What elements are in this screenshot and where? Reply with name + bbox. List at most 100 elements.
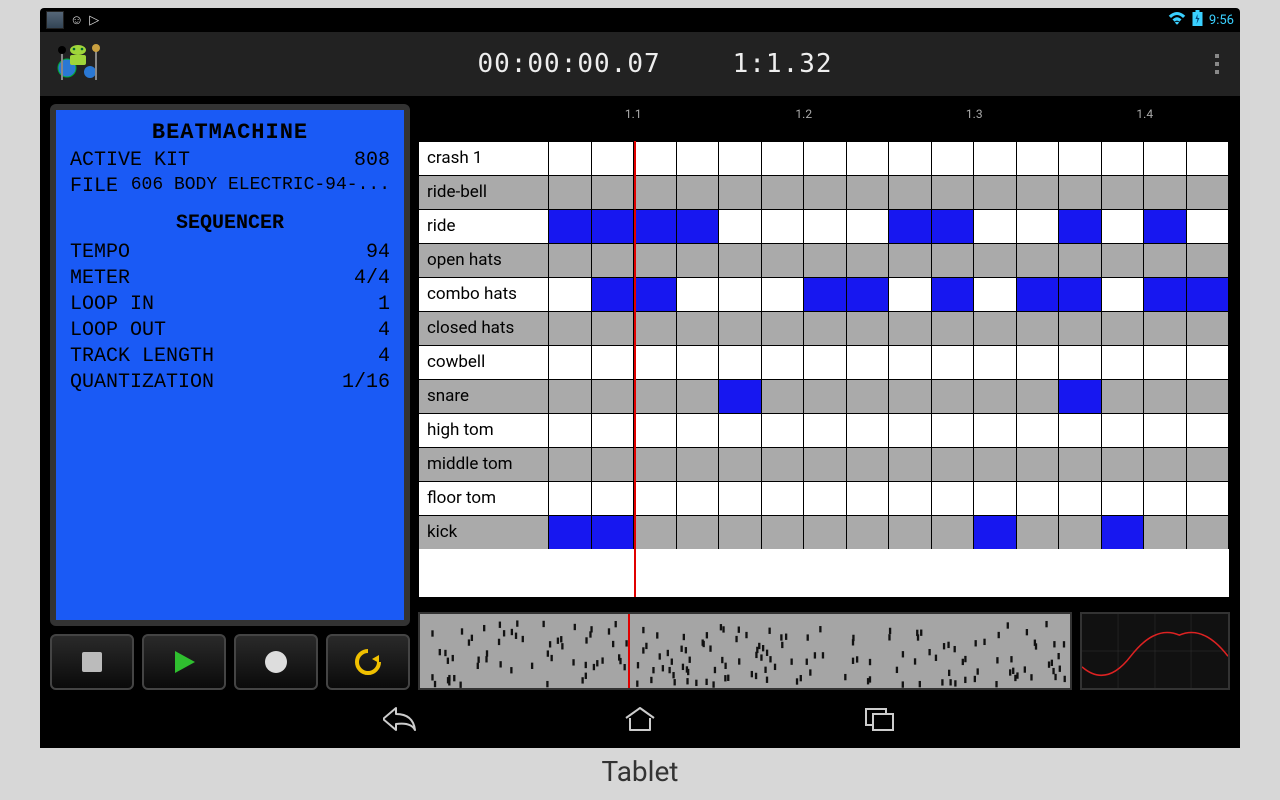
step-cell[interactable] <box>847 448 890 481</box>
step-cell[interactable] <box>677 482 720 515</box>
step-cell[interactable] <box>932 414 975 447</box>
step-cell[interactable] <box>889 516 932 549</box>
step-cell[interactable] <box>1059 346 1102 379</box>
recents-button[interactable] <box>845 701 915 737</box>
step-cell[interactable] <box>634 448 677 481</box>
step-cell[interactable] <box>1144 346 1187 379</box>
step-cell[interactable] <box>592 516 635 549</box>
step-cell[interactable] <box>932 482 975 515</box>
step-cell[interactable] <box>592 176 635 209</box>
step-cell[interactable] <box>592 312 635 345</box>
step-cell[interactable] <box>1144 142 1187 175</box>
home-button[interactable] <box>605 701 675 737</box>
step-cell[interactable] <box>1059 414 1102 447</box>
step-cell[interactable] <box>932 244 975 277</box>
track-label[interactable]: crash 1 <box>419 142 549 175</box>
step-cell[interactable] <box>592 142 635 175</box>
step-cell[interactable] <box>1017 448 1060 481</box>
step-cell[interactable] <box>974 176 1017 209</box>
step-cell[interactable] <box>719 380 762 413</box>
step-cell[interactable] <box>762 448 805 481</box>
playhead[interactable] <box>634 141 636 597</box>
track-label[interactable]: closed hats <box>419 312 549 345</box>
step-cell[interactable] <box>847 142 890 175</box>
step-cell[interactable] <box>847 176 890 209</box>
step-cell[interactable] <box>847 312 890 345</box>
step-cell[interactable] <box>762 380 805 413</box>
step-cell[interactable] <box>974 414 1017 447</box>
step-cell[interactable] <box>1059 278 1102 311</box>
step-cell[interactable] <box>719 312 762 345</box>
track-label[interactable]: snare <box>419 380 549 413</box>
step-cell[interactable] <box>1059 380 1102 413</box>
step-cell[interactable] <box>1102 244 1145 277</box>
step-cell[interactable] <box>1144 312 1187 345</box>
step-cell[interactable] <box>549 448 592 481</box>
step-cell[interactable] <box>974 380 1017 413</box>
step-cell[interactable] <box>974 244 1017 277</box>
loopin-value[interactable]: 1 <box>378 293 390 316</box>
loopout-value[interactable]: 4 <box>378 319 390 342</box>
step-cell[interactable] <box>1059 176 1102 209</box>
track-label[interactable]: cowbell <box>419 346 549 379</box>
step-cell[interactable] <box>677 244 720 277</box>
track-label[interactable]: open hats <box>419 244 549 277</box>
step-cell[interactable] <box>549 312 592 345</box>
sequencer-grid[interactable]: crash 1ride-bellrideopen hatscombo hatsc… <box>418 140 1230 598</box>
step-cell[interactable] <box>549 278 592 311</box>
step-cell[interactable] <box>1059 210 1102 243</box>
step-cell[interactable] <box>549 176 592 209</box>
step-cell[interactable] <box>889 312 932 345</box>
step-cell[interactable] <box>1017 244 1060 277</box>
step-cell[interactable] <box>719 516 762 549</box>
track-label[interactable]: ride <box>419 210 549 243</box>
step-cell[interactable] <box>719 482 762 515</box>
step-cell[interactable] <box>634 414 677 447</box>
step-cell[interactable] <box>974 278 1017 311</box>
step-cell[interactable] <box>677 516 720 549</box>
step-cell[interactable] <box>804 312 847 345</box>
step-cell[interactable] <box>1017 176 1060 209</box>
step-cell[interactable] <box>1102 346 1145 379</box>
track-label[interactable]: high tom <box>419 414 549 447</box>
step-cell[interactable] <box>889 380 932 413</box>
step-cell[interactable] <box>762 312 805 345</box>
step-cell[interactable] <box>549 414 592 447</box>
meter-value[interactable]: 4/4 <box>354 267 390 290</box>
step-cell[interactable] <box>889 210 932 243</box>
step-cell[interactable] <box>847 244 890 277</box>
step-cell[interactable] <box>592 448 635 481</box>
step-cell[interactable] <box>1187 278 1230 311</box>
step-cell[interactable] <box>677 312 720 345</box>
step-cell[interactable] <box>677 414 720 447</box>
step-cell[interactable] <box>634 278 677 311</box>
step-cell[interactable] <box>592 380 635 413</box>
step-cell[interactable] <box>1102 516 1145 549</box>
step-cell[interactable] <box>804 176 847 209</box>
step-cell[interactable] <box>1187 142 1230 175</box>
step-cell[interactable] <box>974 448 1017 481</box>
step-cell[interactable] <box>1144 414 1187 447</box>
step-cell[interactable] <box>1144 516 1187 549</box>
step-cell[interactable] <box>1059 482 1102 515</box>
track-label[interactable]: middle tom <box>419 448 549 481</box>
step-cell[interactable] <box>1144 380 1187 413</box>
step-cell[interactable] <box>634 244 677 277</box>
step-cell[interactable] <box>592 210 635 243</box>
step-cell[interactable] <box>719 448 762 481</box>
step-cell[interactable] <box>634 482 677 515</box>
step-cell[interactable] <box>719 210 762 243</box>
step-cell[interactable] <box>889 414 932 447</box>
step-cell[interactable] <box>1187 346 1230 379</box>
step-cell[interactable] <box>889 482 932 515</box>
track-cells[interactable] <box>549 414 1229 447</box>
step-cell[interactable] <box>1017 414 1060 447</box>
active-kit-value[interactable]: 808 <box>354 149 390 172</box>
step-cell[interactable] <box>549 346 592 379</box>
step-cell[interactable] <box>1102 142 1145 175</box>
step-cell[interactable] <box>762 414 805 447</box>
track-cells[interactable] <box>549 210 1229 243</box>
step-cell[interactable] <box>719 244 762 277</box>
step-cell[interactable] <box>932 346 975 379</box>
step-cell[interactable] <box>677 448 720 481</box>
